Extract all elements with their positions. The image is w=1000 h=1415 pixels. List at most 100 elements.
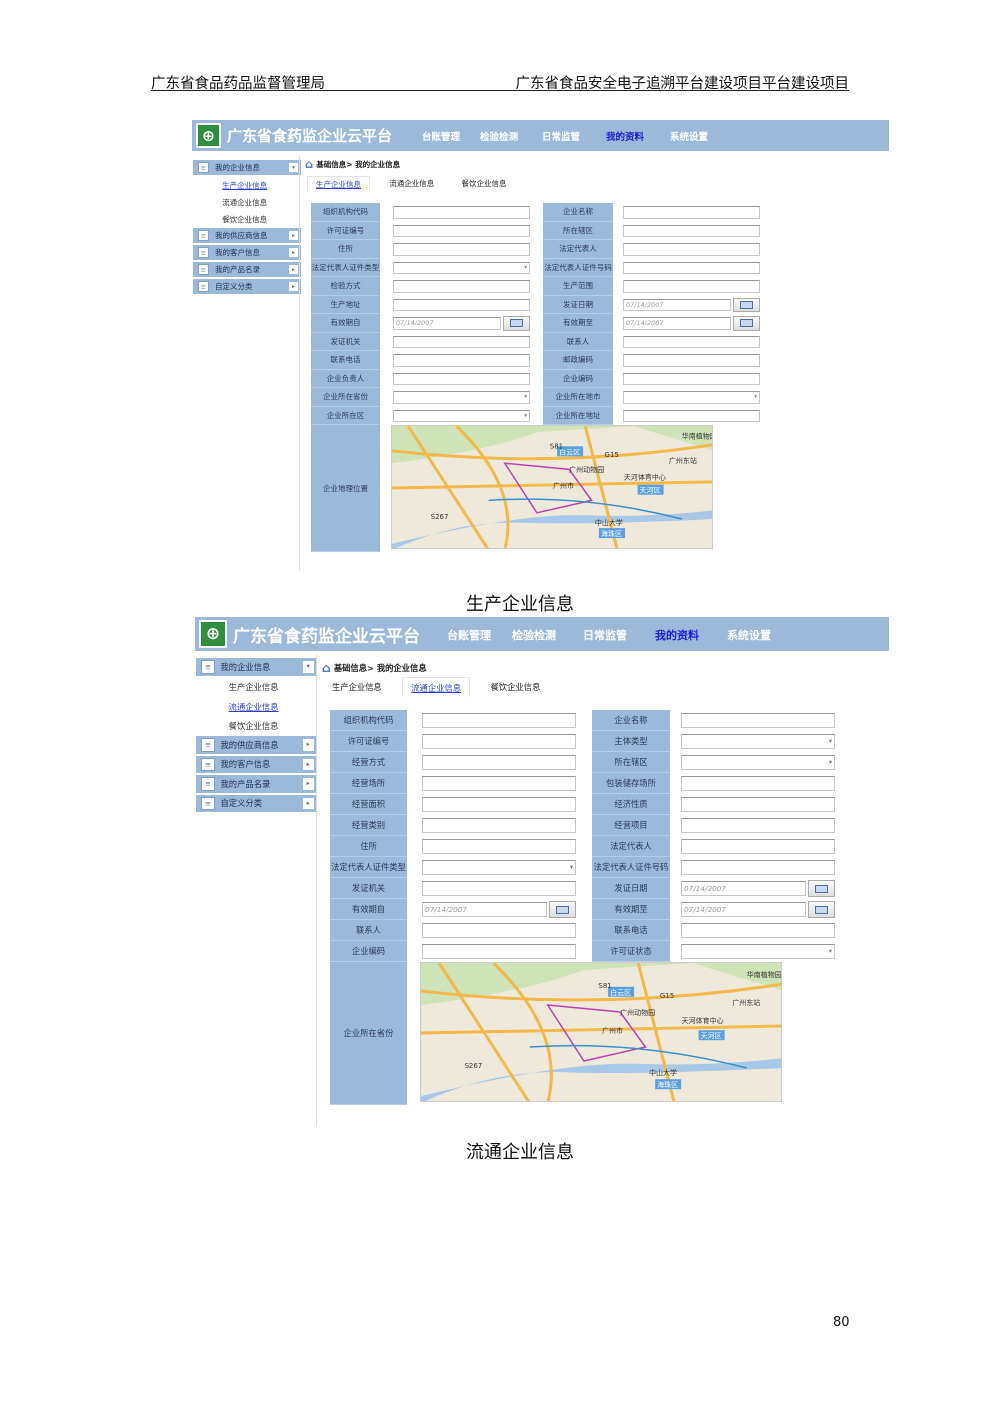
text-field[interactable]: [422, 818, 576, 833]
chevron-right-icon[interactable]: ▸: [302, 758, 314, 770]
nav-item[interactable]: 检验检测: [512, 627, 556, 643]
tab-circulation[interactable]: 流通企业信息: [402, 677, 471, 697]
text-field[interactable]: [393, 335, 530, 348]
sidebar-item[interactable]: ≡ 我的供应商信息 ▸: [193, 228, 301, 245]
sidebar-item[interactable]: ≡ 自定义分类 ▸: [196, 794, 317, 814]
text-field[interactable]: [393, 243, 530, 256]
text-field[interactable]: [422, 944, 576, 959]
text-field[interactable]: [422, 734, 576, 749]
text-field[interactable]: [681, 797, 835, 812]
dropdown-arrow-icon[interactable]: ▾: [829, 948, 832, 955]
calendar-button[interactable]: [733, 297, 760, 312]
sidebar-subitem[interactable]: 流通企业信息: [196, 697, 317, 717]
chevron-right-icon[interactable]: ▸: [289, 265, 298, 274]
date-field[interactable]: 07/14/2007: [623, 317, 731, 330]
text-field[interactable]: [422, 923, 576, 938]
home-icon[interactable]: ⌂: [305, 157, 313, 171]
dropdown-arrow-icon[interactable]: ▾: [524, 265, 527, 271]
chevron-right-icon[interactable]: ▸: [302, 739, 314, 751]
dropdown-arrow-icon[interactable]: ▾: [570, 864, 573, 871]
text-field[interactable]: [393, 206, 530, 219]
dropdown-arrow-icon[interactable]: ▾: [524, 394, 527, 400]
chevron-right-icon[interactable]: ▸: [289, 282, 298, 291]
calendar-button[interactable]: [549, 901, 576, 918]
dropdown-arrow-icon[interactable]: ▾: [829, 738, 832, 745]
text-field[interactable]: [623, 409, 760, 422]
date-field[interactable]: 07/14/2007: [623, 298, 731, 311]
date-field[interactable]: 07/14/2007: [681, 902, 806, 917]
dropdown-arrow-icon[interactable]: ▾: [754, 394, 757, 400]
select-field[interactable]: ▾: [393, 391, 530, 404]
text-field[interactable]: [623, 280, 760, 293]
nav-item[interactable]: 系统设置: [727, 627, 771, 643]
text-field[interactable]: [623, 372, 760, 385]
select-field[interactable]: ▾: [393, 261, 530, 274]
text-field[interactable]: [393, 298, 530, 311]
text-field[interactable]: [393, 224, 530, 237]
calendar-button[interactable]: [808, 880, 835, 897]
sidebar-item[interactable]: ≡ 我的客户信息 ▸: [196, 755, 317, 775]
text-field[interactable]: [681, 860, 835, 875]
date-field[interactable]: 07/14/2007: [422, 902, 547, 917]
sidebar-item[interactable]: ≡ 我的产品名录 ▸: [196, 775, 317, 795]
chevron-right-icon[interactable]: ▸: [289, 248, 298, 257]
text-field[interactable]: [422, 839, 576, 854]
tab-catering[interactable]: 餐饮企业信息: [482, 677, 548, 697]
dropdown-arrow-icon[interactable]: ▾: [524, 413, 527, 419]
chevron-right-icon[interactable]: ▸: [302, 778, 314, 790]
nav-item[interactable]: 日常监管: [583, 627, 627, 643]
sidebar-subitem[interactable]: 餐饮企业信息: [196, 717, 317, 737]
nav-item[interactable]: 检验检测: [480, 129, 518, 143]
nav-item[interactable]: 台账管理: [422, 129, 460, 143]
tab-production[interactable]: 生产企业信息: [324, 677, 390, 697]
nav-item[interactable]: 台账管理: [447, 627, 491, 643]
calendar-button[interactable]: [733, 316, 760, 331]
tab-circulation[interactable]: 流通企业信息: [381, 176, 442, 192]
sidebar-item[interactable]: ≡ 我的供应商信息 ▸: [196, 736, 317, 756]
sidebar-subitem[interactable]: 餐饮企业信息: [193, 211, 301, 228]
sidebar-item[interactable]: ≡ 我的客户信息 ▸: [193, 245, 301, 262]
select-field[interactable]: ▾: [681, 734, 835, 749]
date-field[interactable]: 07/14/2007: [681, 881, 806, 896]
dropdown-arrow-icon[interactable]: ▾: [829, 759, 832, 766]
chevron-right-icon[interactable]: ▸: [302, 797, 314, 809]
calendar-button[interactable]: [503, 316, 530, 331]
text-field[interactable]: [623, 224, 760, 237]
text-field[interactable]: [393, 280, 530, 293]
date-field[interactable]: 07/14/2007: [393, 317, 501, 330]
home-icon[interactable]: ⌂: [322, 661, 331, 675]
sidebar-subitem[interactable]: 生产企业信息: [193, 177, 301, 194]
text-field[interactable]: [393, 354, 530, 367]
sidebar-item[interactable]: ≡ 我的产品名录 ▸: [193, 262, 301, 279]
select-field[interactable]: ▾: [681, 755, 835, 770]
text-field[interactable]: [681, 818, 835, 833]
sidebar-item[interactable]: ≡ 我的企业信息 ▾: [196, 658, 317, 678]
chevron-right-icon[interactable]: ▸: [289, 231, 298, 240]
select-field[interactable]: ▾: [393, 409, 530, 422]
text-field[interactable]: [681, 923, 835, 938]
location-map[interactable]: 白云区广州市天河区海珠区广州东站天河体育中心华南植物园中山大学广州动物园S81G…: [420, 962, 782, 1102]
nav-item[interactable]: 系统设置: [670, 129, 708, 143]
nav-item[interactable]: 我的资料: [606, 129, 644, 143]
chevron-down-icon[interactable]: ▾: [302, 661, 314, 673]
sidebar-subitem[interactable]: 流通企业信息: [193, 194, 301, 211]
chevron-down-icon[interactable]: ▾: [289, 163, 298, 172]
calendar-button[interactable]: [808, 901, 835, 918]
text-field[interactable]: [422, 713, 576, 728]
text-field[interactable]: [422, 776, 576, 791]
sidebar-subitem[interactable]: 生产企业信息: [196, 678, 317, 698]
location-map[interactable]: 白云区广州市天河区海珠区广州东站天河体育中心华南植物园中山大学广州动物园S81G…: [391, 425, 713, 549]
tab-production[interactable]: 生产企业信息: [307, 176, 370, 192]
text-field[interactable]: [623, 261, 760, 274]
text-field[interactable]: [422, 797, 576, 812]
text-field[interactable]: [623, 243, 760, 256]
text-field[interactable]: [422, 881, 576, 896]
select-field[interactable]: ▾: [623, 391, 760, 404]
select-field[interactable]: ▾: [681, 944, 835, 959]
text-field[interactable]: [623, 354, 760, 367]
text-field[interactable]: [623, 206, 760, 219]
text-field[interactable]: [393, 372, 530, 385]
text-field[interactable]: [422, 755, 576, 770]
sidebar-item[interactable]: ≡ 我的企业信息 ▾: [193, 160, 301, 177]
nav-item[interactable]: 日常监管: [542, 129, 580, 143]
